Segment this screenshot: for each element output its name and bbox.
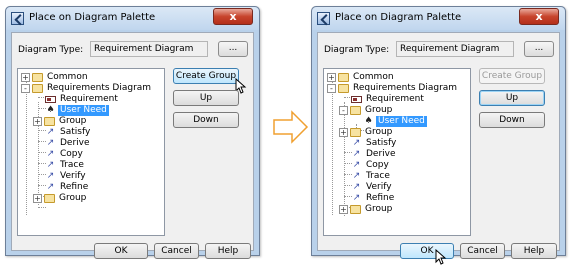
relationship-arrow-icon: ↗ bbox=[46, 138, 55, 148]
relationship-arrow-icon: ↗ bbox=[46, 149, 55, 159]
app-icon bbox=[11, 12, 24, 25]
dialog-body: Diagram Type: Requirement Diagram ... + … bbox=[317, 32, 560, 265]
tree-item-label: Satisfy bbox=[366, 138, 397, 148]
down-button[interactable]: Down bbox=[173, 112, 239, 128]
dialog-after: Place on Diagram Palette x Diagram Type:… bbox=[311, 6, 566, 265]
close-button[interactable]: x bbox=[213, 8, 253, 25]
relationship-arrow-icon: ↗ bbox=[352, 193, 361, 203]
collapse-icon[interactable]: - bbox=[327, 84, 336, 93]
diagram-type-field: Requirement Diagram bbox=[396, 41, 514, 57]
tree-item-label: Satisfy bbox=[60, 127, 91, 137]
relationship-arrow-icon: ↗ bbox=[352, 149, 361, 159]
tree-item-label: Requirements Diagram bbox=[353, 83, 458, 93]
tree-item-label: Trace bbox=[366, 171, 390, 181]
tree-item-label: Trace bbox=[60, 160, 84, 170]
actor-icon: ♠ bbox=[46, 105, 55, 115]
create-group-button[interactable]: Create Group bbox=[479, 68, 545, 84]
collapse-icon[interactable]: - bbox=[339, 106, 348, 115]
folder-icon bbox=[44, 194, 55, 203]
dialog-title: Place on Diagram Palette bbox=[335, 12, 462, 23]
close-button[interactable]: x bbox=[519, 8, 559, 25]
tree-item-label: Refine bbox=[366, 193, 395, 203]
relationship-arrow-icon: ↗ bbox=[46, 182, 55, 192]
folder-icon bbox=[44, 117, 55, 126]
cancel-button[interactable]: Cancel bbox=[460, 243, 505, 259]
diagram-type-label: Diagram Type: bbox=[18, 45, 84, 55]
expand-icon[interactable]: + bbox=[21, 73, 30, 82]
tree-item-label: Requirements Diagram bbox=[47, 83, 152, 93]
relationship-arrow-icon: ↗ bbox=[352, 171, 361, 181]
folder-icon bbox=[350, 106, 361, 115]
tree-item-label: User Need bbox=[58, 105, 109, 116]
tree-item-label: Group bbox=[365, 204, 393, 214]
tree-item-label: Group bbox=[59, 116, 87, 126]
title-bar[interactable]: Place on Diagram Palette x bbox=[6, 7, 259, 30]
diagram-type-browse-button[interactable]: ... bbox=[524, 41, 554, 57]
relationship-arrow-icon: ↗ bbox=[352, 160, 361, 170]
relationship-arrow-icon: ↗ bbox=[46, 127, 55, 137]
relationship-arrow-icon: ↗ bbox=[352, 182, 361, 192]
diagram-type-label: Diagram Type: bbox=[324, 45, 390, 55]
tree-item-label: Common bbox=[47, 72, 88, 82]
title-bar[interactable]: Place on Diagram Palette x bbox=[312, 7, 565, 30]
right-arrow-icon bbox=[273, 110, 309, 144]
up-button[interactable]: Up bbox=[479, 90, 545, 106]
relationship-arrow-icon: ↗ bbox=[46, 160, 55, 170]
requirement-icon bbox=[351, 96, 362, 103]
expand-icon[interactable]: + bbox=[339, 128, 348, 137]
tree-item-label: Copy bbox=[366, 160, 389, 170]
expand-icon[interactable]: + bbox=[327, 73, 336, 82]
diagram-type-browse-button[interactable]: ... bbox=[218, 41, 248, 57]
tree-item-label: Derive bbox=[366, 149, 396, 159]
palette-tree[interactable]: + Common - Requirements Diagram Requirem… bbox=[17, 68, 165, 236]
relationship-arrow-icon: ↗ bbox=[46, 171, 55, 181]
tree-item-label: Derive bbox=[60, 138, 90, 148]
expand-icon[interactable]: + bbox=[33, 117, 42, 126]
tree-item-label: Requirement bbox=[60, 94, 118, 104]
create-group-button[interactable]: Create Group bbox=[173, 68, 239, 84]
dialog-before: Place on Diagram Palette x Diagram Type:… bbox=[5, 6, 260, 259]
folder-icon bbox=[32, 84, 43, 93]
collapse-icon[interactable]: - bbox=[21, 84, 30, 93]
mouse-cursor-icon bbox=[435, 249, 447, 265]
expand-icon[interactable]: + bbox=[33, 194, 42, 203]
tree-item-label: Copy bbox=[60, 149, 83, 159]
actor-icon: ♠ bbox=[364, 116, 373, 126]
tree-item-label: Group bbox=[59, 193, 87, 203]
tree-item-label: Refine bbox=[60, 182, 89, 192]
tree-item-label: Verify bbox=[60, 171, 86, 181]
folder-icon bbox=[350, 128, 361, 137]
cancel-button[interactable]: Cancel bbox=[154, 243, 199, 259]
help-button[interactable]: Help bbox=[205, 243, 251, 259]
app-icon bbox=[317, 12, 330, 25]
requirement-icon bbox=[45, 96, 56, 103]
dialog-body: Diagram Type: Requirement Diagram ... + … bbox=[11, 32, 254, 259]
tree-item-label: Verify bbox=[366, 182, 392, 192]
tree-item-label: Requirement bbox=[366, 94, 424, 104]
folder-icon bbox=[338, 84, 349, 93]
tree-item-label: Group bbox=[365, 127, 393, 137]
dialog-title: Place on Diagram Palette bbox=[29, 12, 156, 23]
diagram-type-field: Requirement Diagram bbox=[90, 41, 208, 57]
tree-item-label: Common bbox=[353, 72, 394, 82]
ok-button[interactable]: OK bbox=[94, 243, 148, 259]
expand-icon[interactable]: + bbox=[339, 205, 348, 214]
help-button[interactable]: Help bbox=[511, 243, 557, 259]
up-button[interactable]: Up bbox=[173, 90, 239, 106]
palette-tree[interactable]: + Common - Requirements Diagram Requirem… bbox=[323, 68, 471, 236]
folder-icon bbox=[32, 73, 43, 82]
folder-icon bbox=[338, 73, 349, 82]
tree-item-label: User Need bbox=[376, 116, 427, 127]
down-button[interactable]: Down bbox=[479, 112, 545, 128]
relationship-arrow-icon: ↗ bbox=[352, 138, 361, 148]
tree-item-label: Group bbox=[365, 105, 393, 115]
folder-icon bbox=[350, 205, 361, 214]
